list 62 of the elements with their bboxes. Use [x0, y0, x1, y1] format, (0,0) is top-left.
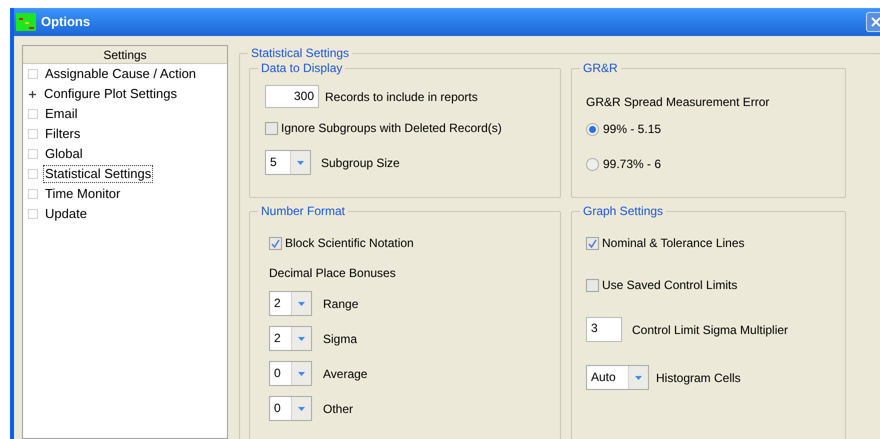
window-title: Options — [41, 13, 92, 32]
item-box-icon — [28, 189, 38, 199]
bonus-label: Other — [323, 400, 354, 418]
checkbox[interactable] — [586, 236, 599, 250]
group-title: Graph Settings — [580, 203, 666, 219]
dropdown-arrow-icon — [298, 406, 305, 410]
bonus-label: Range — [323, 296, 358, 312]
item-box-icon — [28, 169, 38, 179]
item-box-icon — [28, 109, 38, 119]
bonus-label: Sigma — [323, 330, 358, 348]
radio-label: 99.73% - 6 — [603, 156, 662, 173]
grr-label: GR&R Spread Measurement Error — [586, 94, 770, 111]
checkbox-label: Block Scientific Notation — [285, 235, 414, 252]
dropdown[interactable]: 2 — [269, 291, 312, 316]
dropdown-arrow-icon — [298, 372, 305, 376]
item-box-icon — [28, 149, 38, 159]
dropdown-arrow-icon — [298, 302, 305, 306]
dropdown[interactable]: 0 — [269, 361, 312, 386]
tree-item[interactable]: Filters — [44, 126, 82, 142]
tree-item[interactable]: Assignable Cause / Action — [44, 66, 198, 82]
check-icon — [588, 238, 597, 248]
sigma-multiplier-field[interactable]: 3 — [586, 317, 622, 342]
group-title: Data to Display — [258, 60, 346, 76]
radio-label: 99% - 5.15 — [603, 121, 662, 138]
group-title: Statistical Settings — [248, 45, 352, 61]
item-box-icon — [28, 209, 38, 219]
checkbox[interactable] — [586, 278, 599, 292]
dropdown-arrow-icon — [635, 376, 642, 380]
sigma-multiplier-label: Control Limit Sigma Multiplier — [632, 322, 788, 338]
bonus-label: Average — [323, 366, 368, 382]
radio-button[interactable] — [586, 158, 599, 170]
tree-item[interactable]: Configure Plot Settings — [43, 86, 178, 102]
dropdown-arrow-icon — [298, 336, 305, 340]
item-box-icon — [28, 129, 38, 139]
tree-item[interactable]: Statistical Settings — [44, 166, 152, 182]
checkbox-label: Nominal & Tolerance Lines — [602, 235, 745, 252]
dropdown[interactable]: 0 — [269, 396, 312, 421]
column-header: Settings — [23, 46, 227, 64]
dropdown[interactable]: 2 — [269, 326, 312, 351]
tree-item[interactable]: Update — [44, 206, 88, 222]
histogram-cells-label: Histogram Cells — [656, 370, 741, 386]
app-icon — [16, 13, 36, 31]
item-box-icon — [28, 69, 38, 79]
checkbox[interactable] — [265, 122, 278, 134]
checkbox-label: Use Saved Control Limits — [602, 277, 738, 294]
dropdown[interactable]: Auto — [586, 365, 649, 390]
check-icon — [271, 238, 280, 248]
checkbox-label: Ignore Subgroups with Deleted Record(s) — [281, 120, 502, 137]
close-icon — [871, 17, 880, 27]
dropdown-arrow-icon — [297, 160, 304, 164]
tree-item[interactable]: Time Monitor — [44, 186, 122, 202]
radio-button[interactable] — [586, 122, 599, 136]
tree-item[interactable]: Global — [44, 146, 84, 162]
tree-item[interactable]: Email — [44, 106, 79, 122]
checkbox[interactable] — [269, 236, 282, 250]
records-field[interactable]: 300 — [265, 85, 319, 108]
expand-icon[interactable] — [28, 90, 37, 98]
section-label: Decimal Place Bonuses — [269, 265, 397, 282]
subgroup-size-label: Subgroup Size — [321, 154, 400, 172]
close-button[interactable] — [866, 12, 880, 32]
records-label: Records to include in reports — [325, 88, 478, 106]
dropdown[interactable]: 5 — [265, 150, 311, 175]
